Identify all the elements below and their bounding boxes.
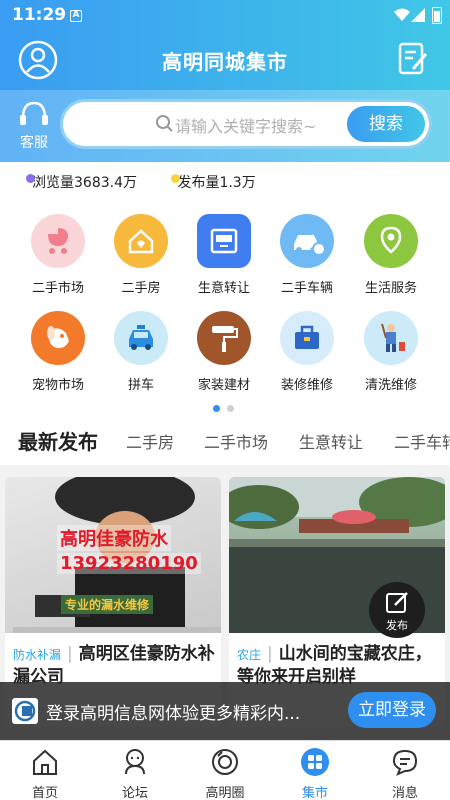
- listing-tabs: 最新发布 二手房 二手市场 生意转让 二手车转: [0, 415, 450, 465]
- customer-service-button[interactable]: 客服: [12, 100, 56, 152]
- home-icon: [33, 749, 57, 775]
- forum-icon: [125, 749, 145, 775]
- category-second-hand-house[interactable]: 二手房: [101, 214, 181, 296]
- category-home-building-materials[interactable]: 家装建材: [184, 311, 264, 393]
- bottom-nav: 首页 论坛 高明圈 集市 消息: [0, 740, 450, 800]
- views-dot: [26, 174, 35, 183]
- tab-business-transfer[interactable]: 生意转让: [299, 429, 363, 453]
- cleaner-icon: [364, 311, 418, 365]
- publish-label: 发布: [386, 619, 408, 632]
- listing-separator: |: [67, 644, 73, 664]
- nav-home[interactable]: 首页: [10, 747, 80, 800]
- listing-tag: 防水补漏: [13, 648, 62, 662]
- nav-label: 论坛: [121, 786, 148, 800]
- listing-image-caption-1: 高明佳豪防水: [57, 525, 171, 551]
- category-carpool[interactable]: 拼车: [101, 311, 181, 393]
- shop-icon: [197, 214, 251, 268]
- page-indicator: [213, 397, 241, 416]
- category-second-hand-market[interactable]: 二手市场: [18, 214, 98, 296]
- edit-note-icon[interactable]: [398, 42, 428, 76]
- posts-stat: 发布量1.3万: [171, 172, 256, 192]
- baby-stroller-icon: [31, 214, 85, 268]
- page-dot: [227, 405, 234, 412]
- paint-roller-icon: [197, 311, 251, 365]
- page-title: 高明同城集市: [162, 50, 288, 74]
- nav-market[interactable]: 集市: [280, 747, 350, 800]
- customer-service-label: 客服: [20, 135, 48, 151]
- grid-apps-icon: [301, 748, 329, 776]
- category-cleaning-repair[interactable]: 清洗维修: [351, 311, 431, 393]
- posts-stat-label: 发布量1.3万: [177, 175, 256, 191]
- publish-edit-icon: [386, 592, 408, 613]
- category-label: 生活服务: [364, 281, 417, 296]
- nav-label: 高明圈: [205, 786, 245, 800]
- dog-icon: [31, 311, 85, 365]
- camera-circle-icon: [212, 749, 238, 775]
- search-icon: [156, 115, 173, 132]
- category-decoration-repair[interactable]: 装修维修: [267, 311, 347, 393]
- category-label: 装修维修: [280, 378, 333, 393]
- login-banner-text: 登录高明信息网体验更多精彩内...: [46, 704, 301, 724]
- category-panel: 浏览量3683.4万 发布量1.3万 二手市场 二手房 生意转让 二手车辆 生活…: [0, 162, 450, 457]
- category-used-cars[interactable]: 二手车辆: [267, 214, 347, 296]
- app-header: 高明同城集市: [0, 32, 450, 90]
- publish-button[interactable]: 发布: [369, 582, 425, 638]
- listing-tag: 农庄: [237, 648, 262, 662]
- search-button[interactable]: 搜索: [347, 106, 425, 142]
- nav-gaoming-circle[interactable]: 高明圈: [190, 747, 260, 800]
- category-label: 二手市场: [31, 281, 84, 296]
- battery-icon: [432, 7, 442, 24]
- login-banner: 登录高明信息网体验更多精彩内... 立即登录: [0, 682, 450, 740]
- notification-a-icon: A: [70, 10, 82, 22]
- nav-forum[interactable]: 论坛: [100, 747, 170, 800]
- category-label: 家装建材: [197, 378, 250, 393]
- nav-label: 消息: [391, 786, 418, 800]
- status-bar: 11:29 A: [0, 0, 450, 32]
- site-logo: [12, 698, 38, 724]
- listing-image-caption-3: 专业的漏水维修: [61, 595, 154, 614]
- status-time: 11:29: [12, 5, 67, 25]
- tab-second-hand-house[interactable]: 二手房: [126, 429, 174, 453]
- category-label: 生意转让: [197, 281, 250, 296]
- taxi-icon: [114, 311, 168, 365]
- chat-bubble-icon: [392, 749, 418, 776]
- tab-latest[interactable]: 最新发布: [18, 426, 98, 455]
- search-row: 客服 请输入关键字搜索~ 搜索: [0, 90, 450, 162]
- views-stat-label: 浏览量3683.4万: [32, 175, 137, 191]
- listing-image-caption-2: 13923280190: [57, 553, 201, 574]
- tab-second-hand-market[interactable]: 二手市场: [204, 429, 268, 453]
- search-input[interactable]: 请输入关键字搜索~: [175, 113, 316, 137]
- category-label: 二手车辆: [280, 281, 333, 296]
- signal-icon: [411, 8, 425, 22]
- category-life-services[interactable]: 生活服务: [351, 214, 431, 296]
- category-label: 拼车: [127, 378, 154, 393]
- category-pet-market[interactable]: 宠物市场: [18, 311, 98, 393]
- car-icon: [280, 214, 334, 268]
- toolbox-icon: [280, 311, 334, 365]
- category-business-transfer[interactable]: 生意转让: [184, 214, 264, 296]
- listing-image: 高明佳豪防水 13923280190 专业的漏水维修: [5, 477, 221, 633]
- nav-label: 首页: [31, 786, 58, 800]
- page-dot-active: [213, 405, 220, 412]
- search-box[interactable]: 请输入关键字搜索~ 搜索: [60, 99, 432, 149]
- location-pin-icon: [364, 214, 418, 268]
- tab-used-cars[interactable]: 二手车转: [394, 429, 450, 453]
- nav-messages[interactable]: 消息: [370, 747, 440, 800]
- category-label: 清洗维修: [364, 378, 417, 393]
- login-button[interactable]: 立即登录: [348, 692, 436, 728]
- views-stat: 浏览量3683.4万: [26, 172, 137, 192]
- listing-separator: |: [267, 644, 273, 664]
- headset-icon: [20, 101, 48, 125]
- stats-row: 浏览量3683.4万 发布量1.3万: [26, 172, 286, 192]
- wifi-icon: [394, 8, 410, 21]
- category-label: 宠物市场: [31, 378, 84, 393]
- category-label: 二手房: [121, 281, 161, 296]
- nav-label: 集市: [301, 786, 328, 800]
- house-icon: [114, 214, 168, 268]
